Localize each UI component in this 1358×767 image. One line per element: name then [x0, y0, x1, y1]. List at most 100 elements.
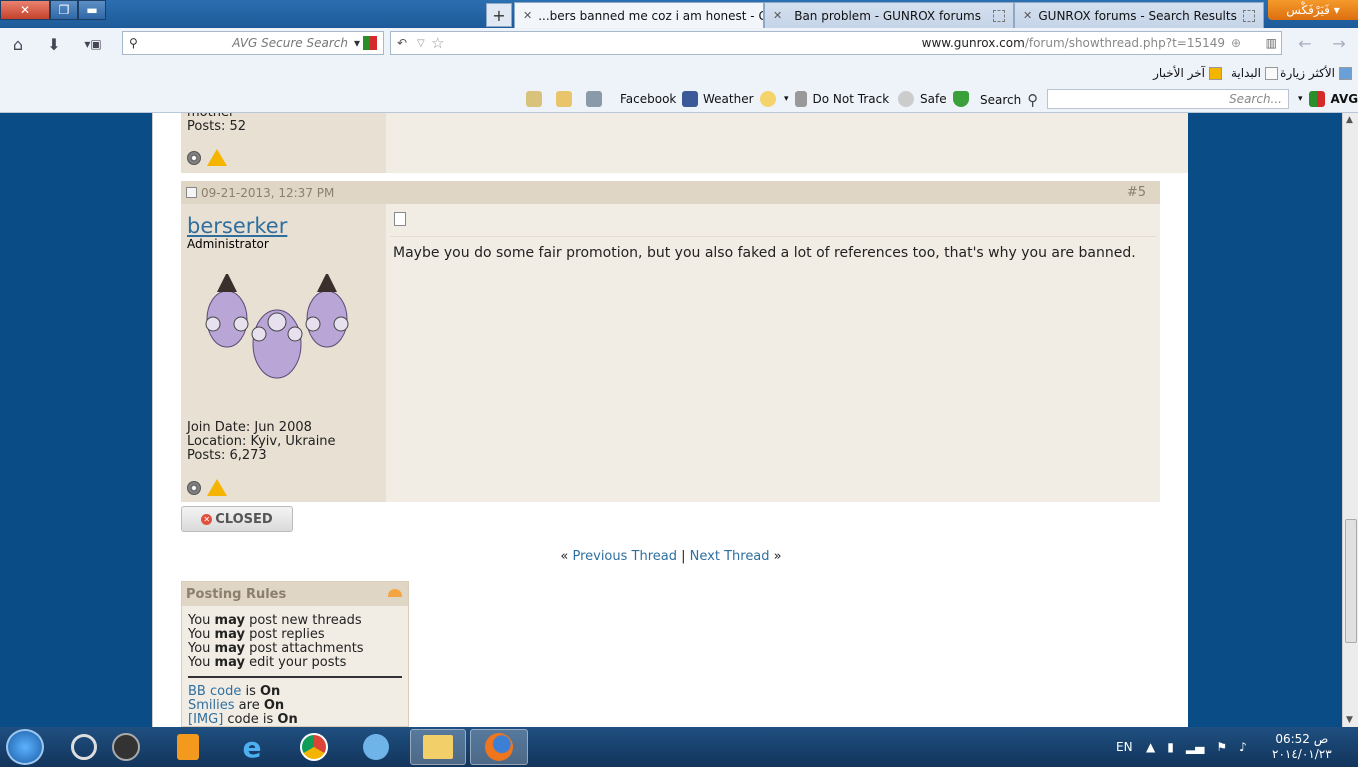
url-domain: www.gunrox.com	[921, 36, 1025, 50]
closed-label: CLOSED	[215, 511, 273, 527]
tab-search-results[interactable]: ✕ GUNROX forums - Search Results	[1014, 2, 1264, 28]
posting-rules-permissions: You may post new threads You may post re…	[182, 606, 408, 670]
posting-rules-header[interactable]: Posting Rules	[182, 582, 408, 606]
minimize-window-button[interactable]: ▬	[78, 0, 106, 20]
rss-icon	[1209, 66, 1222, 80]
calculator-icon[interactable]	[586, 91, 602, 107]
safe-button[interactable]: Safe	[898, 91, 969, 107]
post-icon	[394, 212, 406, 226]
weather-button[interactable]: Weather	[703, 91, 776, 107]
img-code-link[interactable]: [IMG]	[188, 712, 223, 727]
bbcode-link[interactable]: BB code	[188, 684, 241, 699]
clock-time: 06:52 ص	[1275, 732, 1329, 746]
start-button[interactable]	[6, 729, 44, 765]
facebook-button[interactable]: Facebook	[620, 91, 699, 107]
avg-search-button[interactable]: Search ⚲	[980, 91, 1038, 109]
chevron-down-icon[interactable]: ▽	[417, 38, 425, 49]
signal-icon[interactable]: ▂▄	[1186, 740, 1204, 754]
restore-window-button[interactable]: ❐	[50, 0, 78, 20]
taskbar-chrome[interactable]	[286, 729, 342, 765]
new-tab-button[interactable]: +	[486, 3, 512, 27]
user-post-count: Posts: 6,273	[187, 448, 267, 463]
flag-icon[interactable]: ⚑	[1216, 740, 1227, 754]
previous-post-user-panel: mother Posts: 52	[181, 113, 386, 173]
rule-line: You may post attachments	[188, 641, 364, 656]
home-icon[interactable]: ⌂	[8, 35, 28, 54]
do-not-track-button[interactable]: ▾ Do Not Track	[784, 91, 889, 107]
post-number-prefix: #	[1126, 185, 1138, 200]
close-tab-icon[interactable]: ✕	[1023, 9, 1032, 22]
code-line: [IMG] code is On	[188, 712, 298, 727]
download-icon[interactable]: ⬇	[44, 35, 64, 54]
bookmarks-icon[interactable]: ▾▣	[78, 37, 108, 51]
taskbar-app-2[interactable]	[98, 729, 154, 765]
vertical-scrollbar[interactable]: ▲ ▼	[1342, 113, 1358, 727]
bookmark-most-visited[interactable]: الأكثر زيارة	[1280, 66, 1352, 80]
username-link[interactable]: berserker	[187, 214, 287, 238]
avg-search-input[interactable]: Search...	[1047, 89, 1289, 109]
weather-icon	[759, 91, 776, 107]
chevron-down-icon[interactable]: ▾	[354, 36, 360, 50]
speedtest-icon[interactable]	[526, 91, 542, 107]
tab-active[interactable]: ✕ ...bers banned me coz i am honest - GU	[514, 2, 764, 28]
collapse-icon[interactable]	[388, 589, 402, 597]
taskbar-internet-explorer[interactable]: e	[224, 729, 280, 765]
close-window-button[interactable]: ✕	[0, 0, 50, 20]
forward-icon[interactable]: →	[1330, 34, 1348, 53]
scroll-up-icon[interactable]: ▲	[1346, 115, 1353, 125]
scrollbar-thumb[interactable]	[1345, 519, 1357, 643]
close-tab-icon[interactable]: ✕	[773, 9, 782, 22]
bookmark-home[interactable]: البداية	[1231, 66, 1278, 80]
firefox-icon	[485, 733, 513, 761]
clock[interactable]: 06:52 ص ٢٠١٤/٠١/٢٣	[1272, 727, 1332, 767]
bookmarks-bar: الأكثر زيارة البداية آخر الأخبار	[0, 62, 1358, 86]
close-tab-icon[interactable]: ✕	[523, 9, 532, 22]
avg-toolbar: Facebook Weather ▾ Do Not Track Safe Sea…	[0, 86, 1358, 113]
avg-menu-button[interactable]: ▾ AVG	[1298, 91, 1358, 107]
smilies-link[interactable]: Smilies	[188, 698, 235, 713]
post-number-link[interactable]: 5	[1138, 185, 1146, 200]
user-post-count: Posts: 52	[187, 119, 247, 134]
posting-rules-codes: BB code is On Smilies are On [IMG] code …	[182, 685, 408, 727]
taskbar-firefox[interactable]	[470, 729, 528, 765]
scroll-down-icon[interactable]: ▼	[1346, 715, 1353, 725]
back-icon[interactable]: ←	[1296, 34, 1314, 53]
posting-rules-panel: Posting Rules You may post new threads Y…	[181, 581, 409, 727]
page-viewport: mother Posts: 52 09-21-2013, 12:37 PM #5…	[0, 113, 1342, 727]
search-bar[interactable]: ⚲ AVG Secure Search ▾	[122, 31, 384, 55]
post-status-icon	[186, 187, 197, 198]
facebook-label: Facebook	[620, 92, 677, 106]
previous-thread-link[interactable]: Previous Thread	[572, 549, 677, 564]
url-bar[interactable]: ↶ ▽ ☆ www.gunrox.com/forum/showthread.ph…	[390, 31, 1282, 55]
search-input[interactable]: AVG Secure Search	[232, 36, 348, 50]
facebook-icon	[682, 91, 699, 107]
taskbar-media-player[interactable]	[160, 729, 216, 765]
windows-taskbar: e EN ▲ ▮ ▂▄ ⚑ ♪ 06:52 ص ٢٠١٤/٠١/٢٣	[0, 727, 1358, 767]
rule-line: You may post replies	[188, 627, 325, 642]
undo-icon[interactable]: ↶	[397, 36, 407, 50]
eye-icon	[898, 91, 914, 107]
report-post-icon[interactable]	[207, 149, 227, 166]
do-not-track-label: Do Not Track	[812, 92, 890, 106]
tab-ban-problem[interactable]: ✕ Ban problem - GUNROX forums	[764, 2, 1014, 28]
tab-label: Ban problem - GUNROX forums	[794, 8, 981, 23]
sidebar-icon[interactable]: ▥	[1266, 36, 1277, 50]
report-post-icon[interactable]	[207, 479, 227, 496]
volume-icon[interactable]: ♪	[1239, 740, 1247, 754]
bookmark-latest-news[interactable]: آخر الأخبار	[1153, 66, 1222, 80]
bookmark-star-icon[interactable]: ☆	[431, 34, 444, 52]
thread-closed-button[interactable]: ✕ CLOSED	[181, 506, 293, 532]
next-thread-link[interactable]: Next Thread	[690, 549, 770, 564]
posting-rules-title: Posting Rules	[186, 586, 287, 602]
chevron-up-icon[interactable]: ▲	[1146, 740, 1155, 754]
post-date: 09-21-2013, 12:37 PM	[201, 185, 335, 200]
taskbar-explorer[interactable]	[410, 729, 466, 765]
battery-icon[interactable]: ▮	[1167, 740, 1174, 754]
user-title: Administrator	[187, 237, 269, 251]
firefox-menu-button[interactable]: فَيَرْفَكْس ▾	[1268, 0, 1358, 20]
bookmark-label: آخر الأخبار	[1153, 66, 1205, 80]
app-icon	[112, 733, 140, 761]
notepad-icon[interactable]	[556, 91, 572, 107]
language-indicator[interactable]: EN	[1116, 727, 1133, 767]
taskbar-app-network[interactable]	[348, 729, 404, 765]
